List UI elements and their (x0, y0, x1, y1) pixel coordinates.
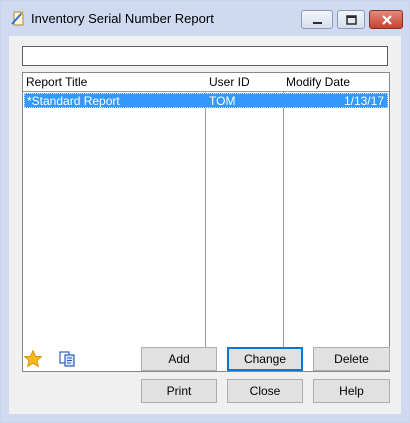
column-header-report-title[interactable]: Report Title (26, 75, 87, 89)
report-list[interactable]: Report Title User ID Modify Date *Standa… (22, 72, 390, 372)
print-button[interactable]: Print (141, 379, 217, 403)
column-header-modify-date[interactable]: Modify Date (286, 75, 350, 89)
cell-modify-date: 1/13/17 (343, 94, 384, 108)
list-header: Report Title User ID Modify Date (23, 73, 389, 92)
table-row[interactable]: *Standard Report TOM 1/13/17 (24, 93, 388, 108)
add-button[interactable]: Add (141, 347, 217, 371)
report-app-icon (11, 11, 24, 26)
change-button[interactable]: Change (227, 347, 303, 371)
dialog-client-area: Report Title User ID Modify Date *Standa… (9, 36, 401, 414)
close-button[interactable]: Close (227, 379, 303, 403)
copy-icon[interactable] (57, 349, 77, 369)
title-bar[interactable]: Inventory Serial Number Report (1, 1, 409, 36)
column-divider[interactable] (283, 73, 284, 371)
minimize-icon (313, 22, 322, 24)
star-icon[interactable] (23, 349, 43, 369)
minimize-button[interactable] (301, 10, 333, 29)
maximize-button[interactable] (337, 10, 365, 29)
help-button[interactable]: Help (313, 379, 390, 403)
delete-button[interactable]: Delete (313, 347, 390, 371)
close-window-button[interactable] (369, 10, 403, 29)
cell-report-title: *Standard Report (27, 94, 120, 108)
filter-input[interactable] (22, 46, 388, 66)
window-title: Inventory Serial Number Report (31, 11, 214, 26)
cell-user-id: TOM (209, 94, 236, 108)
column-divider[interactable] (205, 73, 206, 371)
column-header-user-id[interactable]: User ID (209, 75, 250, 89)
close-icon (382, 15, 392, 25)
maximize-icon (346, 15, 357, 25)
report-window: Inventory Serial Number Report Report Ti… (0, 0, 410, 423)
